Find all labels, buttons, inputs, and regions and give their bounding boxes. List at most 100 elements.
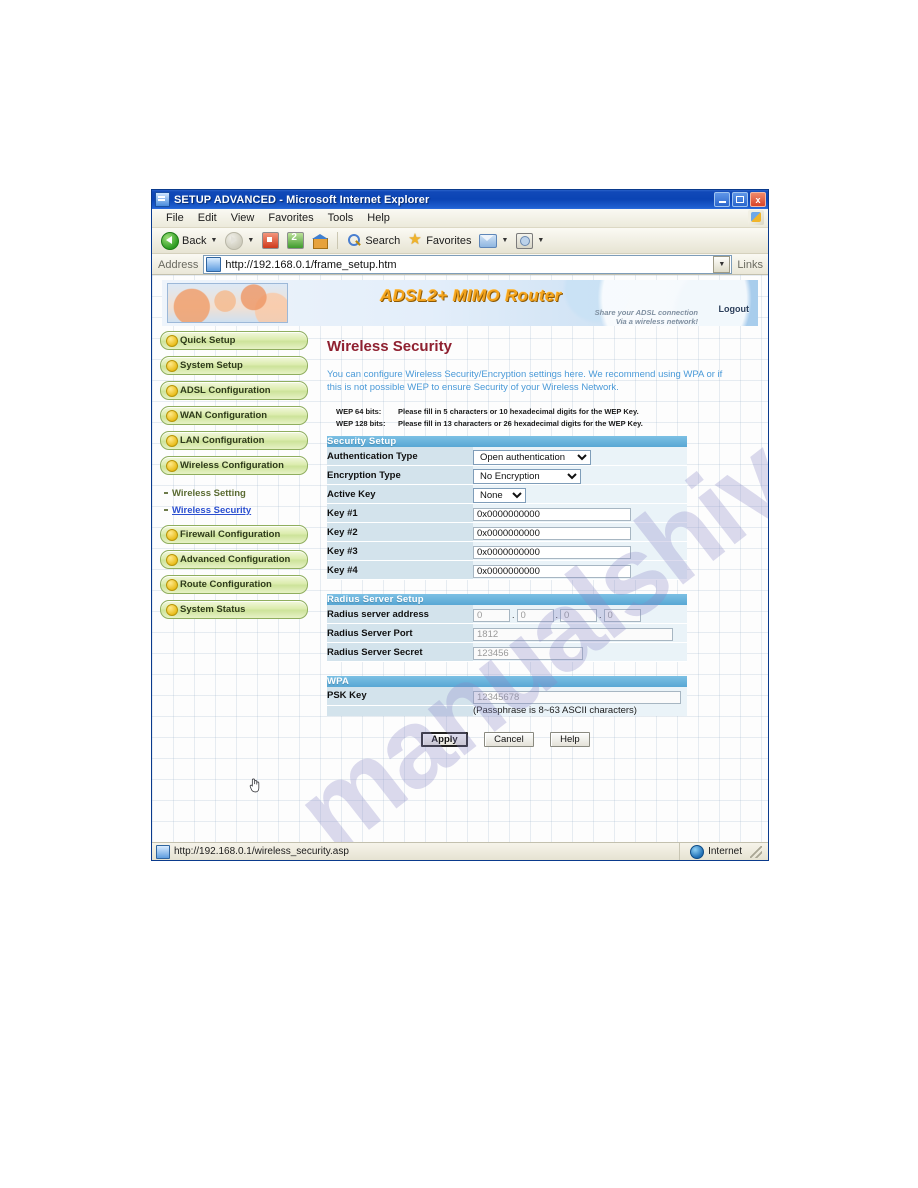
dash-icon xyxy=(164,492,168,494)
security-setup-table: Security Setup Authentication Type Open … xyxy=(327,436,687,580)
key-1-input[interactable] xyxy=(473,508,631,521)
stop-button[interactable] xyxy=(259,230,282,251)
address-input[interactable]: http://192.168.0.1/frame_setup.htm ▼ xyxy=(203,255,733,274)
globe-icon xyxy=(690,844,705,859)
address-dropdown-icon[interactable]: ▼ xyxy=(713,256,731,273)
radius-setup-table: Radius Server Setup Radius server addres… xyxy=(327,594,687,662)
sidebar-nav: Quick Setup System Setup ADSL Configurat… xyxy=(160,331,308,625)
star-icon: ★ xyxy=(408,231,422,248)
sidebar-item-lan-configuration[interactable]: LAN Configuration xyxy=(160,431,308,450)
windows-flag-icon xyxy=(748,210,764,225)
authentication-type-label: Authentication Type xyxy=(327,447,473,466)
table-row: WPA xyxy=(327,676,687,687)
sidebar-item-adsl-configuration[interactable]: ADSL Configuration xyxy=(160,381,308,400)
resize-grip-icon[interactable] xyxy=(750,845,762,858)
media-dropdown-icon[interactable]: ▼ xyxy=(537,237,544,244)
product-title: ADSL2+ MIMO Router xyxy=(380,286,562,305)
radius-port-input[interactable] xyxy=(473,628,673,641)
sidebar-item-quick-setup[interactable]: Quick Setup xyxy=(160,331,308,350)
links-label[interactable]: Links xyxy=(737,259,763,271)
wep-note-128-text: Please fill in 13 characters or 26 hexad… xyxy=(398,419,643,428)
back-dropdown-icon[interactable]: ▼ xyxy=(210,237,217,244)
main-content: Wireless Security You can configure Wire… xyxy=(324,331,760,747)
form-buttons: Apply Cancel Help xyxy=(324,729,687,747)
cancel-button[interactable]: Cancel xyxy=(484,732,534,747)
sidebar-item-advanced-configuration[interactable]: Advanced Configuration xyxy=(160,550,308,569)
sidebar-item-label: System Status xyxy=(180,604,246,615)
tagline-line-2: Via a wireless network! xyxy=(615,317,698,326)
refresh-button[interactable] xyxy=(284,230,307,251)
close-button[interactable]: x xyxy=(750,192,766,207)
key-4-label: Key #4 xyxy=(327,560,473,580)
menu-item-tools[interactable]: Tools xyxy=(321,210,361,226)
radius-address-octet-2[interactable] xyxy=(516,609,554,622)
key-4-input[interactable] xyxy=(473,565,631,578)
toolbar-separator xyxy=(337,232,339,249)
table-row: Key #1 xyxy=(327,503,687,523)
apply-button[interactable]: Apply xyxy=(421,732,468,747)
table-row: Active Key None xyxy=(327,484,687,504)
psk-key-input[interactable] xyxy=(473,691,681,704)
address-url: http://192.168.0.1/frame_setup.htm xyxy=(225,258,397,271)
radius-address-octet-1[interactable] xyxy=(473,609,510,622)
bullet-icon xyxy=(166,554,178,566)
status-url: http://192.168.0.1/wireless_security.asp xyxy=(174,846,349,857)
bullet-icon xyxy=(166,579,178,591)
key-3-label: Key #3 xyxy=(327,541,473,561)
bullet-icon xyxy=(166,529,178,541)
bullet-icon xyxy=(166,360,178,372)
menu-item-edit[interactable]: Edit xyxy=(191,210,224,226)
active-key-select[interactable]: None xyxy=(473,488,526,503)
minimize-button[interactable] xyxy=(714,192,730,207)
sidebar-item-wireless-configuration[interactable]: Wireless Configuration xyxy=(160,456,308,475)
menu-item-favorites[interactable]: Favorites xyxy=(261,210,320,226)
mail-button[interactable]: ▼ xyxy=(476,230,511,251)
mail-dropdown-icon[interactable]: ▼ xyxy=(501,237,508,244)
menu-bar: File Edit View Favorites Tools Help xyxy=(152,209,768,228)
radius-address-octet-4[interactable] xyxy=(603,609,641,622)
sidebar-subitem-wireless-setting[interactable]: Wireless Setting xyxy=(160,486,308,501)
menu-item-file[interactable]: File xyxy=(159,210,191,226)
sidebar-item-label: Route Configuration xyxy=(180,579,272,590)
radius-address-octet-3[interactable] xyxy=(560,609,598,622)
sidebar-subitem-wireless-security[interactable]: Wireless Security xyxy=(160,503,308,518)
authentication-type-select[interactable]: Open authentication xyxy=(473,450,591,465)
encryption-type-select[interactable]: No Encryption xyxy=(473,469,581,484)
key-3-input[interactable] xyxy=(473,546,631,559)
forward-button[interactable]: ▼ xyxy=(222,230,257,251)
search-button[interactable]: Search xyxy=(344,230,403,251)
encryption-type-label: Encryption Type xyxy=(327,465,473,485)
media-icon xyxy=(516,232,534,249)
home-button[interactable] xyxy=(309,230,331,251)
key-2-input[interactable] xyxy=(473,527,631,540)
sidebar-item-system-status[interactable]: System Status xyxy=(160,600,308,619)
bullet-icon xyxy=(166,460,178,472)
table-row: Key #3 xyxy=(327,541,687,561)
ie-document-icon xyxy=(155,192,170,207)
help-button[interactable]: Help xyxy=(550,732,590,747)
mouse-cursor-hand-icon xyxy=(249,778,260,793)
maximize-button[interactable] xyxy=(732,192,748,207)
logout-button[interactable]: Logout xyxy=(719,304,750,314)
dash-icon xyxy=(164,509,168,511)
wep-note-128-label: WEP 128 bits: xyxy=(336,419,386,428)
sidebar-subitem-label: Wireless Setting xyxy=(172,488,246,499)
scanned-manual-page: SETUP ADVANCED - Microsoft Internet Expl… xyxy=(0,0,918,1188)
radius-secret-input[interactable] xyxy=(473,647,583,660)
back-button[interactable]: Back ▼ xyxy=(158,230,220,251)
radius-address-label: Radius server address xyxy=(327,605,473,624)
page-viewport: ADSL2+ MIMO Router Share your ADSL conne… xyxy=(152,274,768,842)
sidebar-item-label: System Setup xyxy=(180,360,243,371)
menu-item-help[interactable]: Help xyxy=(360,210,397,226)
sidebar-item-firewall-configuration[interactable]: Firewall Configuration xyxy=(160,525,308,544)
sidebar-subitem-label[interactable]: Wireless Security xyxy=(172,505,251,516)
home-icon xyxy=(312,233,329,249)
sidebar-item-system-setup[interactable]: System Setup xyxy=(160,356,308,375)
media-button[interactable]: ▼ xyxy=(513,230,547,251)
sidebar-item-route-configuration[interactable]: Route Configuration xyxy=(160,575,308,594)
forward-dropdown-icon[interactable]: ▼ xyxy=(247,237,254,244)
browser-window: SETUP ADVANCED - Microsoft Internet Expl… xyxy=(151,189,769,861)
menu-item-view[interactable]: View xyxy=(224,210,262,226)
sidebar-item-wan-configuration[interactable]: WAN Configuration xyxy=(160,406,308,425)
favorites-button[interactable]: ★ Favorites xyxy=(405,230,474,251)
